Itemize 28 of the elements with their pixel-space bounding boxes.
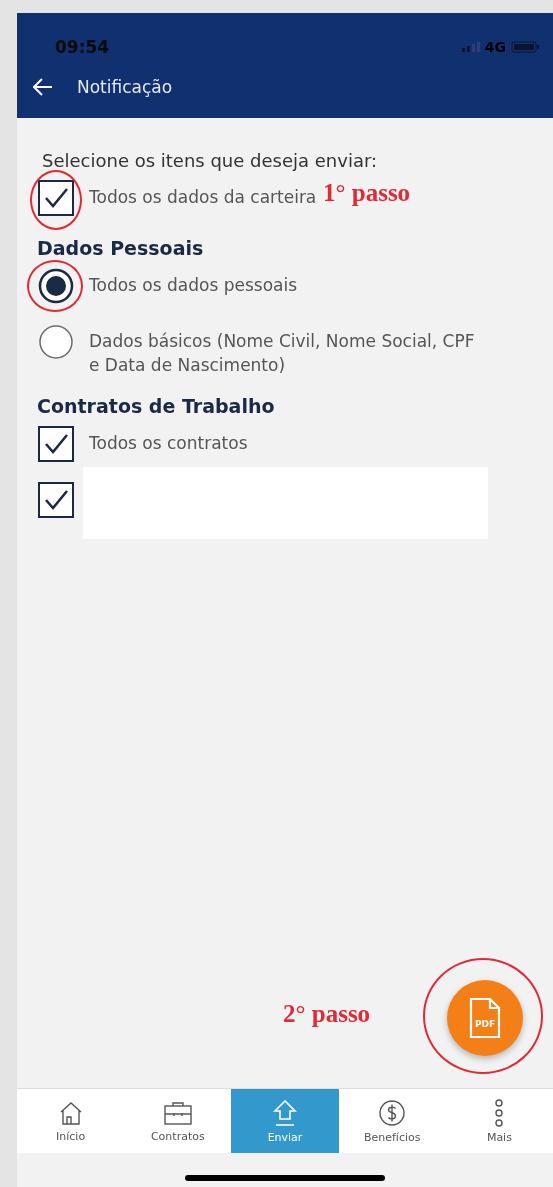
section-heading: Dados Pessoais	[37, 237, 205, 259]
option-label: Todos os dados pessoais	[89, 274, 298, 297]
instruction-text: Selecione os itens que deseja enviar:	[42, 150, 379, 171]
screen-title: Notificação	[77, 77, 173, 97]
network-label: 4G	[484, 39, 506, 55]
checkbox[interactable]	[37, 425, 75, 463]
radio-button[interactable]	[37, 323, 75, 361]
briefcase-icon	[162, 1099, 193, 1126]
nav-tab[interactable]: Início	[17, 1089, 125, 1153]
checkbox[interactable]	[37, 481, 75, 519]
annotation-text: 1° passo	[323, 179, 411, 207]
signal-icon	[461, 42, 480, 52]
radio-button[interactable]	[37, 267, 75, 305]
upload-icon	[272, 1098, 298, 1127]
option-label: Dados básicos (Nome Civil, Nome Social, CPF e Data de Nascimento)	[89, 330, 476, 377]
option-label: Todos os contratos	[89, 432, 248, 455]
nav-tab[interactable]: Benefícios	[338, 1089, 446, 1153]
status-time: 09:54	[55, 37, 110, 57]
dollar-icon	[378, 1098, 407, 1127]
option-label: Todos os dados da carteira	[89, 186, 317, 209]
checkbox[interactable]	[37, 179, 75, 217]
back-arrow-icon[interactable]	[33, 78, 53, 96]
more-icon	[494, 1098, 505, 1127]
battery-icon	[511, 41, 539, 53]
section-heading: Contratos de Trabalho	[37, 395, 276, 417]
nav-tab[interactable]: Mais	[445, 1089, 553, 1153]
nav-tab[interactable]: Contratos	[124, 1089, 232, 1153]
annotation-text: 2° passo	[283, 1000, 371, 1028]
